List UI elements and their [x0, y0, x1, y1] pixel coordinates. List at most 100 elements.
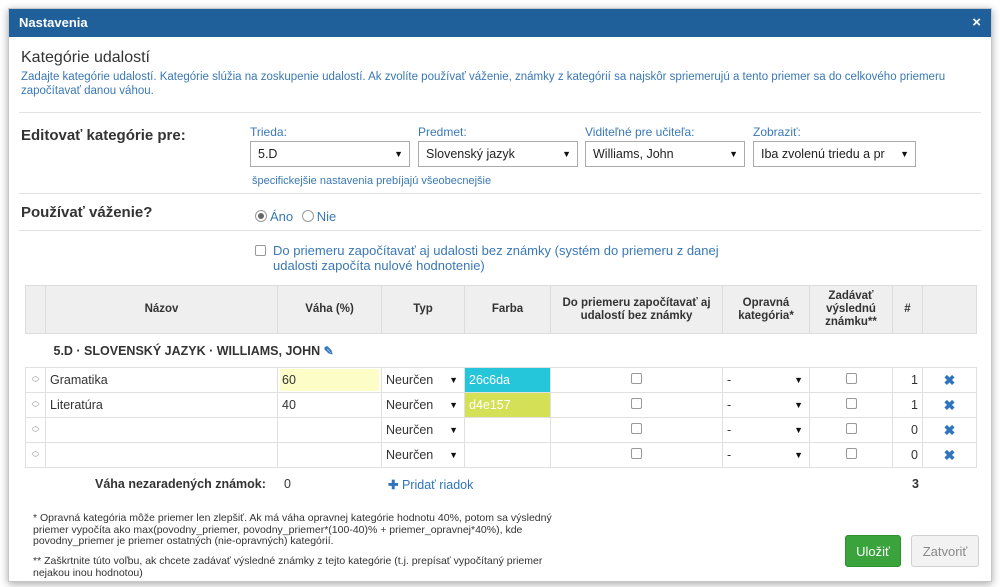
header-opravna: Opravná kategória*: [722, 285, 810, 334]
color-cell[interactable]: d4e157: [464, 392, 551, 418]
dropdown-arrow-icon: ▼: [449, 425, 458, 435]
weight-input[interactable]: 60: [280, 369, 379, 391]
weight-cell[interactable]: 60: [277, 367, 382, 393]
radio-yes-label: Áno: [270, 209, 294, 224]
add-row-label: Pridať riadok: [401, 478, 474, 492]
count-cell: 0: [892, 442, 923, 468]
dropdown-arrow-icon: ▼: [794, 400, 803, 410]
name-value: Gramatika: [50, 373, 108, 387]
dropdown-arrow-icon: ▼: [449, 400, 458, 410]
trieda-value: 5.D: [258, 147, 278, 161]
opravna-cell[interactable]: - ▼: [722, 417, 810, 443]
bez-znamky-checkbox[interactable]: [631, 423, 642, 434]
close-icon[interactable]: ×: [972, 9, 981, 37]
opravna-cell[interactable]: - ▼: [722, 442, 810, 468]
delete-icon[interactable]: ✖: [922, 442, 977, 468]
radio-yes[interactable]: [255, 210, 267, 222]
vysledna-cell: [809, 442, 893, 468]
color-swatch[interactable]: d4e157: [465, 393, 550, 417]
type-cell[interactable]: Neurčen ▼: [381, 392, 465, 418]
sort-handle-icon[interactable]: ︿ ﹀: [25, 392, 46, 418]
type-select[interactable]: Neurčen ▼: [386, 444, 460, 466]
radio-no[interactable]: [301, 210, 314, 222]
color-swatch[interactable]: 26c6da: [465, 368, 550, 392]
delete-icon[interactable]: ✖: [922, 392, 977, 418]
vysledna-cell: [809, 367, 893, 393]
predmet-select[interactable]: Slovenský jazyk ▼: [418, 141, 578, 167]
table-row: ︿ ﹀ Neurčen ▼ - ▼ 0 ✖: [25, 417, 977, 443]
vysledna-checkbox[interactable]: [845, 448, 857, 459]
table-row: ︿ ﹀ Gramatika 60 Neurčen ▼ 26c6da - ▼ 1 ✖: [25, 367, 977, 393]
type-cell[interactable]: Neurčen ▼: [381, 367, 465, 393]
name-cell[interactable]: Literatúra: [45, 392, 278, 418]
weight-cell[interactable]: 40: [277, 392, 382, 418]
weight-input[interactable]: [280, 419, 379, 441]
type-select[interactable]: Neurčen ▼: [386, 369, 460, 391]
color-cell[interactable]: 26c6da: [464, 367, 551, 393]
opravna-select[interactable]: - ▼: [727, 369, 805, 391]
type-cell[interactable]: Neurčen ▼: [381, 442, 465, 468]
footnote-opravna: * Opravná kategória môže priemer len zle…: [33, 512, 552, 547]
trieda-label: Trieda:: [250, 125, 287, 139]
name-cell[interactable]: [45, 442, 278, 468]
include-empty-label: Do priemeru započítavať aj udalosti bez …: [273, 243, 719, 273]
color-cell[interactable]: [464, 442, 551, 468]
save-button[interactable]: Uložiť: [845, 535, 901, 567]
type-value: Neurčen: [386, 373, 434, 387]
weight-cell[interactable]: [277, 417, 382, 443]
pencil-icon[interactable]: ✎: [324, 344, 334, 358]
delete-icon[interactable]: ✖: [922, 367, 977, 393]
color-swatch[interactable]: [465, 443, 550, 467]
weight-input[interactable]: 40: [280, 394, 379, 416]
color-cell[interactable]: [464, 417, 551, 443]
opravna-select[interactable]: - ▼: [727, 444, 805, 466]
vysledna-checkbox[interactable]: [845, 423, 857, 434]
edit-for-label: Editovať kategórie pre:: [21, 127, 186, 144]
type-select[interactable]: Neurčen ▼: [386, 419, 460, 441]
name-cell[interactable]: [45, 417, 278, 443]
sort-handle-icon[interactable]: ︿ ﹀: [25, 417, 46, 443]
header-farba: Farba: [464, 285, 551, 334]
header-typ: Typ: [381, 285, 465, 334]
opravna-cell[interactable]: - ▼: [722, 392, 810, 418]
predmet-value: Slovenský jazyk: [426, 147, 515, 161]
categories-table: Názov Váha (%) Typ Farba Do priemeru zap…: [25, 285, 977, 468]
section-title: Kategórie udalostí: [21, 49, 150, 66]
dropdown-arrow-icon: ▼: [394, 149, 403, 159]
count-cell: 1: [892, 392, 923, 418]
delete-icon[interactable]: ✖: [922, 417, 977, 443]
specificity-hint: špecifickejšie nastavenia prebíjajú všeo…: [252, 175, 492, 187]
sort-handle-icon[interactable]: ︿ ﹀: [25, 442, 46, 468]
zobrazit-select[interactable]: Iba zvolenú triedu a pr ▼: [753, 141, 916, 167]
vysledna-checkbox[interactable]: [845, 373, 857, 384]
dropdown-arrow-icon: ▼: [562, 149, 571, 159]
bez-znamky-checkbox[interactable]: [631, 373, 642, 384]
add-row-button[interactable]: ✚ Pridať riadok: [388, 477, 473, 492]
opravna-value: -: [727, 398, 732, 412]
bez-znamky-cell: [550, 367, 723, 393]
vysledna-checkbox[interactable]: [845, 398, 857, 409]
trieda-select[interactable]: 5.D ▼: [250, 141, 410, 167]
opravna-cell[interactable]: - ▼: [722, 367, 810, 393]
group-label: 5.D · SLOVENSKÝ JAZYK · WILLIAMS, JOHN: [53, 343, 321, 358]
section-description: Zadajte kategórie udalostí. Kategórie sl…: [21, 71, 946, 97]
ucitel-select[interactable]: Williams, John ▼: [585, 141, 745, 167]
header-vaha: Váha (%): [277, 285, 382, 334]
weight-input[interactable]: [280, 444, 379, 466]
vysledna-cell: [809, 392, 893, 418]
sort-handle-icon[interactable]: ︿ ﹀: [25, 367, 46, 393]
color-swatch[interactable]: [465, 418, 550, 442]
bez-znamky-checkbox[interactable]: [631, 398, 642, 409]
type-select[interactable]: Neurčen ▼: [386, 394, 460, 416]
opravna-select[interactable]: - ▼: [727, 419, 805, 441]
table-row: ︿ ﹀ Neurčen ▼ - ▼ 0 ✖: [25, 442, 977, 468]
dropdown-arrow-icon: ▼: [794, 375, 803, 385]
predmet-label: Predmet:: [418, 125, 467, 139]
bez-znamky-checkbox[interactable]: [631, 448, 642, 459]
weight-cell[interactable]: [277, 442, 382, 468]
include-empty-checkbox[interactable]: [255, 245, 266, 256]
type-cell[interactable]: Neurčen ▼: [381, 417, 465, 443]
name-cell[interactable]: Gramatika: [45, 367, 278, 393]
opravna-select[interactable]: - ▼: [727, 394, 805, 416]
close-button[interactable]: Zatvoriť: [911, 535, 979, 567]
